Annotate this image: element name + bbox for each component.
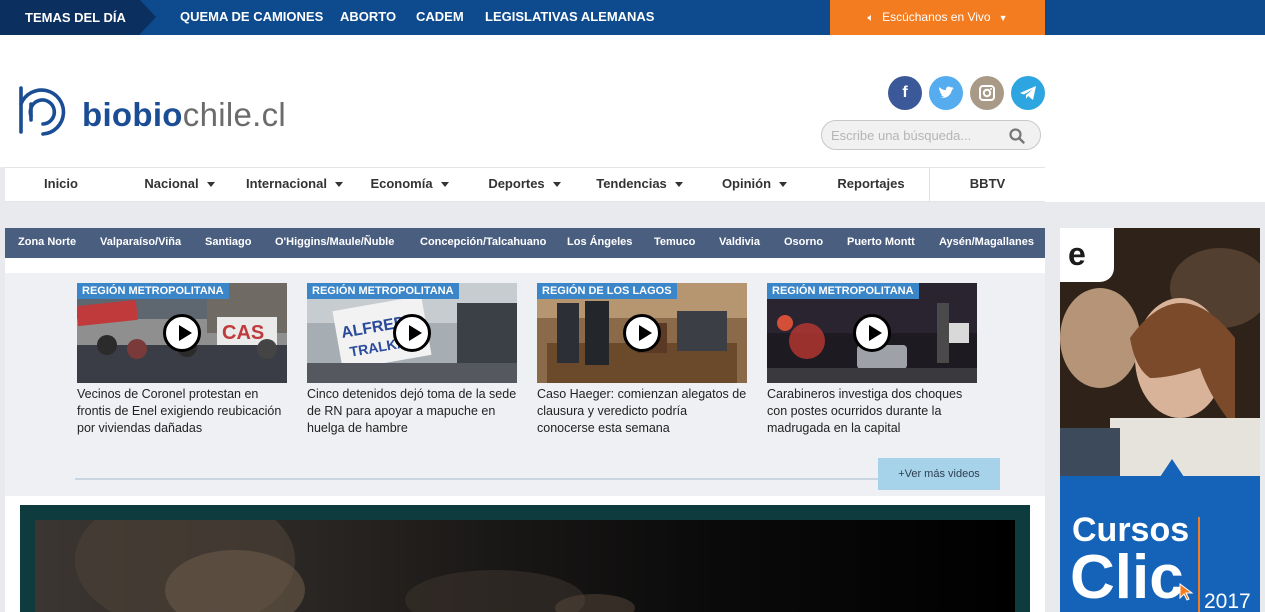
nav-item-tendencias[interactable]: Tendencias xyxy=(582,168,697,202)
temas-del-dia-label: TEMAS DEL DÍA xyxy=(0,0,140,35)
more-videos-button[interactable]: +Ver más videos xyxy=(878,458,1000,490)
nav-item-label: Internacional xyxy=(246,176,327,191)
nav-item-bbtv[interactable]: BBTV xyxy=(930,168,1045,202)
search-input[interactable] xyxy=(831,126,1001,144)
topic-link-aborto[interactable]: ABORTO xyxy=(340,0,396,35)
nav-item-label: Economía xyxy=(370,176,433,191)
site-logo-text[interactable]: biobiochile.cl xyxy=(82,96,286,134)
nav-item-label: Inicio xyxy=(44,176,78,191)
instagram-icon[interactable] xyxy=(970,76,1004,110)
nav-item-internacional[interactable]: Internacional xyxy=(237,168,352,202)
listen-live-label: Escúchanos en Vivo xyxy=(882,10,991,24)
region-tag: REGIÓN METROPOLITANA xyxy=(77,283,229,299)
chevron-down-icon xyxy=(552,182,561,188)
video-caption[interactable]: Cinco detenidos dejó toma de la sede de … xyxy=(307,386,517,437)
biobio-logo-icon[interactable] xyxy=(18,52,70,149)
facebook-icon[interactable]: f xyxy=(888,76,922,110)
ad-logo-letter: e xyxy=(1068,236,1086,272)
header-right-fill xyxy=(1045,35,1265,202)
temas-arrow xyxy=(140,0,156,34)
entel-logo-icon: e xyxy=(1060,228,1114,282)
topic-link-quema[interactable]: QUEMA DE CAMIONES xyxy=(180,0,323,35)
video-caption[interactable]: Vecinos de Coronel protestan en frontis … xyxy=(77,386,287,437)
region-link-zona-norte[interactable]: Zona Norte xyxy=(18,228,76,258)
search-icon[interactable] xyxy=(1008,127,1026,150)
video-thumbnail[interactable]: ALFREDO TRALKAL REGIÓN METROPOLITANA xyxy=(307,283,517,383)
ad-title-line2: Clic xyxy=(1070,543,1184,612)
region-link-aysen[interactable]: Aysén/Magallanes xyxy=(939,228,1034,258)
topic-link-legislativas[interactable]: LEGISLATIVAS ALEMANAS xyxy=(485,0,654,35)
listen-live-button[interactable]: 🔈︎ Escúchanos en Vivo ▼ xyxy=(830,0,1045,35)
nav-item-economia[interactable]: Economía xyxy=(352,168,467,202)
video-thumbnail[interactable]: REGIÓN DE LOS LAGOS xyxy=(537,283,747,383)
chevron-down-icon xyxy=(440,182,449,188)
ad-year: 2017 xyxy=(1204,590,1251,612)
video-section-top-strip xyxy=(5,258,1045,273)
region-link-concepcion[interactable]: Concepción/Talcahuano xyxy=(420,228,546,258)
regions-bar: Zona Norte Valparaíso/Viña Santiago O'Hi… xyxy=(5,228,1045,258)
nav-item-opinion[interactable]: Opinión xyxy=(697,168,812,202)
video-card[interactable]: ALFREDO TRALKAL REGIÓN METROPOLITANA Cin… xyxy=(307,283,517,437)
nav-item-label: Tendencias xyxy=(596,176,667,191)
cursor-icon xyxy=(1179,583,1194,601)
play-icon[interactable] xyxy=(623,314,661,352)
video-thumbnail[interactable]: REGIÓN METROPOLITANA xyxy=(767,283,977,383)
video-section-divider xyxy=(75,478,1000,480)
region-tag: REGIÓN DE LOS LAGOS xyxy=(537,283,677,299)
region-link-temuco[interactable]: Temuco xyxy=(654,228,695,258)
speaker-icon: 🔈︎ xyxy=(867,12,875,24)
video-card[interactable]: REGIÓN METROPOLITANA Carabineros investi… xyxy=(767,283,977,437)
region-tag: REGIÓN METROPOLITANA xyxy=(767,283,919,299)
chevron-down-icon: ▼ xyxy=(998,13,1008,23)
region-link-ohiggins[interactable]: O'Higgins/Maule/Ñuble xyxy=(275,228,394,258)
region-link-los-angeles[interactable]: Los Ángeles xyxy=(567,228,632,258)
advertisement-banner[interactable]: e Cursos Clic 2017 xyxy=(1060,228,1260,612)
logo-text-part1: biobio xyxy=(82,96,183,133)
region-tag: REGIÓN METROPOLITANA xyxy=(307,283,459,299)
svg-text:CAS: CAS xyxy=(222,322,264,344)
nav-item-label: Nacional xyxy=(144,176,199,191)
video-frame-image xyxy=(75,520,635,612)
region-link-puerto-montt[interactable]: Puerto Montt xyxy=(847,228,915,258)
twitter-icon[interactable] xyxy=(929,76,963,110)
play-icon[interactable] xyxy=(393,314,431,352)
video-thumbnail[interactable]: CAS REGIÓN METROPOLITANA xyxy=(77,283,287,383)
nav-item-inicio[interactable]: Inicio xyxy=(5,168,117,202)
nav-item-label: Reportajes xyxy=(837,176,905,191)
chevron-down-icon xyxy=(674,182,683,188)
play-icon[interactable] xyxy=(853,314,891,352)
ad-accent-bar xyxy=(1198,517,1200,612)
logo-text-part2: chile.cl xyxy=(182,96,287,133)
region-link-valparaiso[interactable]: Valparaíso/Viña xyxy=(100,228,181,258)
main-navigation: Inicio Nacional Internacional Economía D… xyxy=(5,167,1045,202)
chevron-down-icon xyxy=(206,182,215,188)
nav-item-label: BBTV xyxy=(969,176,1006,191)
video-frame[interactable] xyxy=(35,520,1015,612)
nav-item-deportes[interactable]: Deportes xyxy=(467,168,582,202)
nav-item-label: Opinión xyxy=(721,176,772,191)
chevron-down-icon xyxy=(334,182,343,188)
play-icon[interactable] xyxy=(163,314,201,352)
search-box xyxy=(821,120,1041,150)
region-link-santiago[interactable]: Santiago xyxy=(205,228,251,258)
video-caption[interactable]: Caso Haeger: comienzan alegatos de claus… xyxy=(537,386,747,437)
telegram-icon[interactable] xyxy=(1011,76,1045,110)
region-link-valdivia[interactable]: Valdivia xyxy=(719,228,760,258)
nav-item-label: Deportes xyxy=(488,176,545,191)
video-card[interactable]: REGIÓN DE LOS LAGOS Caso Haeger: comienz… xyxy=(537,283,747,437)
nav-item-nacional[interactable]: Nacional xyxy=(122,168,237,202)
topic-link-cadem[interactable]: CADEM xyxy=(416,0,464,35)
video-card[interactable]: CAS REGIÓN METROPOLITANA Vecinos de Coro… xyxy=(77,283,287,437)
video-caption[interactable]: Carabineros investiga dos choques con po… xyxy=(767,386,977,437)
nav-item-reportajes[interactable]: Reportajes xyxy=(812,168,930,202)
top-bar: TEMAS DEL DÍA QUEMA DE CAMIONES ABORTO C… xyxy=(0,0,1265,35)
region-link-osorno[interactable]: Osorno xyxy=(784,228,823,258)
featured-video-player[interactable] xyxy=(20,505,1030,612)
chevron-down-icon xyxy=(779,182,788,188)
